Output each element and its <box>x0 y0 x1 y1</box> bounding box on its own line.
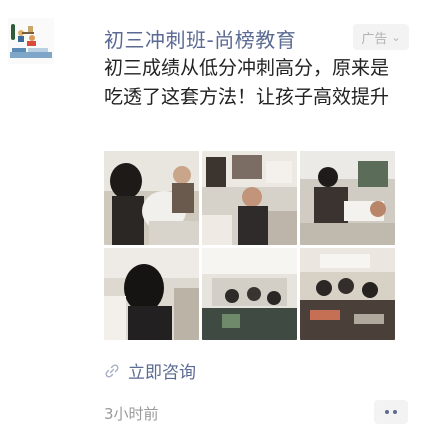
grid-image-2[interactable] <box>202 151 297 245</box>
image-grid <box>104 151 395 340</box>
more-dots-icon <box>385 410 389 414</box>
account-avatar[interactable] <box>8 18 54 64</box>
ad-label: 广告 <box>361 31 388 47</box>
grid-image-5[interactable] <box>202 248 297 340</box>
chevron-down-icon: ⌄ <box>391 30 401 44</box>
post-timestamp: 3小时前 <box>104 405 159 423</box>
ad-options-button[interactable]: 广告 ⌄ <box>353 24 409 50</box>
ad-text[interactable]: 初三成绩从低分冲刺高分，原来是吃透了这套方法！让孩子高效提升 <box>104 54 404 112</box>
account-name[interactable]: 初三冲刺班-尚榜教育 <box>104 24 296 53</box>
cta-link[interactable]: 立即咨询 <box>104 358 196 383</box>
more-options-button[interactable] <box>374 400 408 424</box>
link-icon <box>104 363 120 379</box>
grid-image-4[interactable] <box>104 248 199 340</box>
cta-label: 立即咨询 <box>128 363 196 383</box>
grid-image-6[interactable] <box>300 248 395 340</box>
grid-image-1[interactable] <box>104 151 199 245</box>
grid-image-3[interactable] <box>300 151 395 245</box>
